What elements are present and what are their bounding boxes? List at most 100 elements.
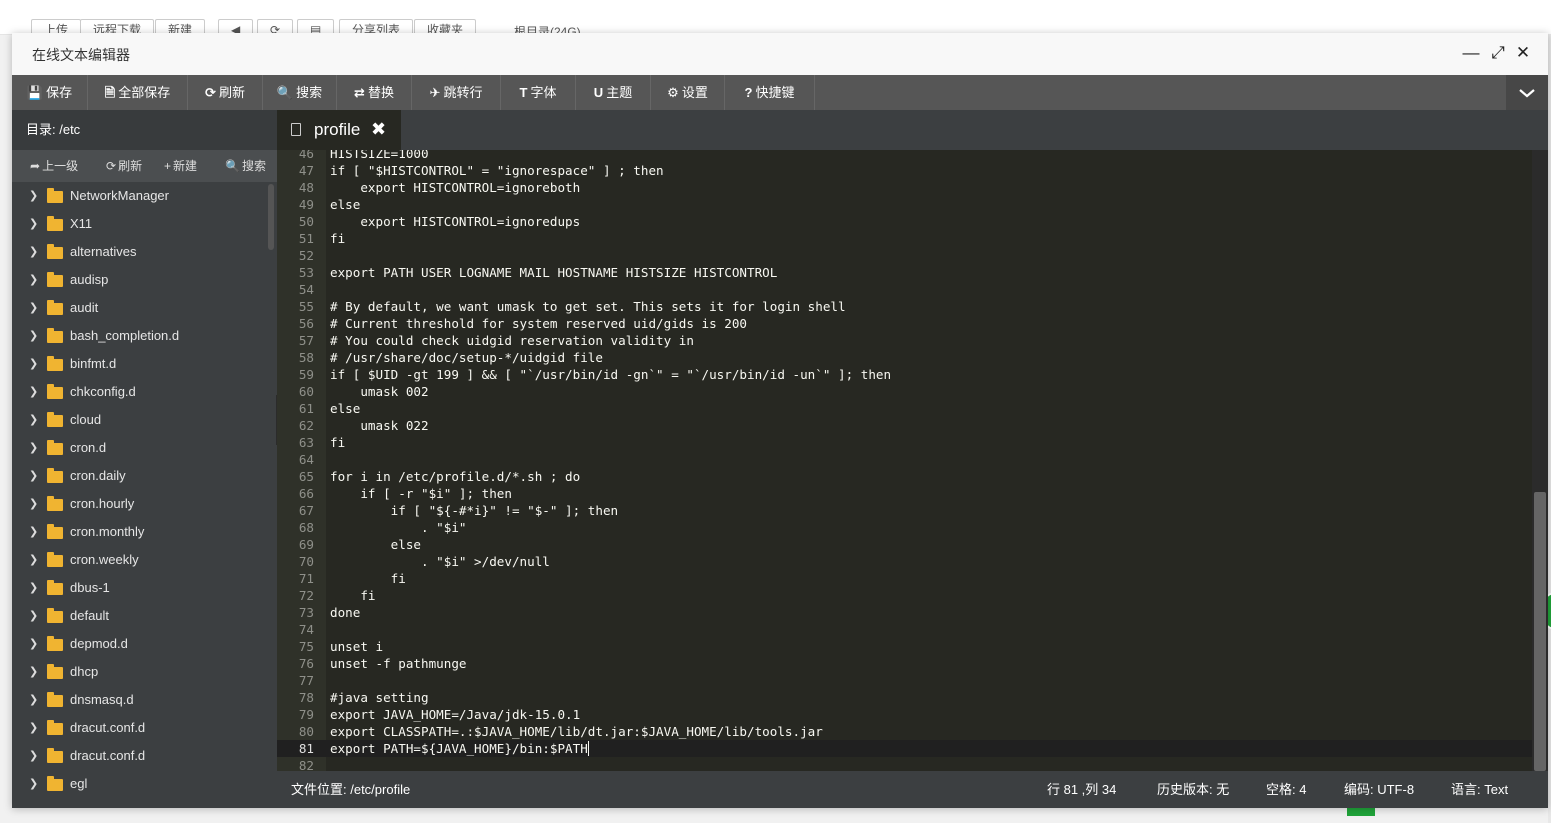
code-line[interactable]: 59 if [ $UID -gt 199 ] && [ "`/usr/bin/id… — [277, 366, 1532, 383]
code-line[interactable]: 55 # By default, we want umask to get set… — [277, 298, 1532, 315]
code-line[interactable]: 65 for i in /etc/profile.d/*.sh ; do — [277, 468, 1532, 485]
code-line[interactable]: 72 fi — [277, 587, 1532, 604]
code-line[interactable]: 50 export HISTCONTROL=ignoredups — [277, 213, 1532, 230]
tree-folder-item[interactable]: ❯ egl — [12, 770, 267, 798]
code-line[interactable]: 78 #java setting — [277, 689, 1532, 706]
shortcuts-button[interactable]: ? 快捷键 — [725, 75, 815, 110]
replace-button[interactable]: ⇄ 替换 — [337, 75, 412, 110]
sidebar-new-button[interactable]: + 新建 — [164, 150, 197, 182]
chevron-right-icon[interactable]: ❯ — [29, 714, 39, 742]
chevron-right-icon[interactable]: ❯ — [29, 378, 39, 406]
code-editor[interactable]: 46 HISTSIZE=1000 47 if [ "$HISTCONTROL" = "… — [277, 150, 1532, 771]
code-line[interactable]: 61 else — [277, 400, 1532, 417]
tree-folder-item[interactable]: ❯ binfmt.d — [12, 350, 267, 378]
chevron-right-icon[interactable]: ❯ — [29, 266, 39, 294]
language-status[interactable]: 语言: Text — [1451, 771, 1508, 808]
code-line[interactable]: 69 else — [277, 536, 1532, 553]
minimize-icon[interactable]: — — [1462, 44, 1480, 62]
tree-folder-item[interactable]: ❯ cloud — [12, 406, 267, 434]
chevron-right-icon[interactable]: ❯ — [29, 434, 39, 462]
code-line[interactable]: 64 — [277, 451, 1532, 468]
code-line[interactable]: 46 HISTSIZE=1000 — [277, 150, 1532, 162]
save-all-button[interactable]: 🗎 全部保存 — [88, 75, 188, 110]
chevron-right-icon[interactable]: ❯ — [29, 686, 39, 714]
chevron-right-icon[interactable]: ❯ — [29, 406, 39, 434]
save-button[interactable]: 💾 保存 — [12, 75, 88, 110]
settings-button[interactable]: ⚙ 设置 — [651, 75, 725, 110]
tree-folder-item[interactable]: ❯ chkconfig.d — [12, 378, 267, 406]
toolbar-expand-button[interactable] — [1506, 75, 1548, 110]
chevron-right-icon[interactable]: ❯ — [29, 182, 39, 210]
tree-folder-item[interactable]: ❯ cron.monthly — [12, 518, 267, 546]
parent-dir-button[interactable]: ➦ 上一级 — [30, 150, 78, 182]
code-line[interactable]: 73 done — [277, 604, 1532, 621]
chevron-right-icon[interactable]: ❯ — [29, 658, 39, 686]
tree-folder-item[interactable]: ❯ alternatives — [12, 238, 267, 266]
history-status[interactable]: 历史版本: 无 — [1157, 771, 1229, 808]
chevron-right-icon[interactable]: ❯ — [29, 770, 39, 798]
tree-folder-item[interactable]: ❯ dracut.conf.d — [12, 742, 267, 770]
theme-button[interactable]: U 主题 — [576, 75, 651, 110]
code-line[interactable]: 67 if [ "${-#*i}" != "$-" ]; then — [277, 502, 1532, 519]
tab-close-icon[interactable]: ✖ — [371, 109, 386, 149]
code-line[interactable]: 79 export JAVA_HOME=/Java/jdk-15.0.1 — [277, 706, 1532, 723]
code-line[interactable]: 82 — [277, 757, 1532, 771]
indent-status[interactable]: 空格: 4 — [1266, 771, 1306, 808]
tree-folder-item[interactable]: ❯ cron.daily — [12, 462, 267, 490]
tree-folder-item[interactable]: ❯ cron.hourly — [12, 490, 267, 518]
encoding-status[interactable]: 编码: UTF-8 — [1344, 771, 1414, 808]
chevron-right-icon[interactable]: ❯ — [29, 238, 39, 266]
code-line[interactable]: 57 # You could check uidgid reservation v… — [277, 332, 1532, 349]
tree-folder-item[interactable]: ❯ cron.d — [12, 434, 267, 462]
chevron-right-icon[interactable]: ❯ — [29, 574, 39, 602]
code-line[interactable]: 47 if [ "$HISTCONTROL" = "ignorespace" ] … — [277, 162, 1532, 179]
code-line[interactable]: 60 umask 002 — [277, 383, 1532, 400]
chevron-right-icon[interactable]: ❯ — [29, 518, 39, 546]
code-line[interactable]: 71 fi — [277, 570, 1532, 587]
tree-folder-item[interactable]: ❯ default — [12, 602, 267, 630]
code-line[interactable]: 66 if [ -r "$i" ]; then — [277, 485, 1532, 502]
code-line[interactable]: 77 — [277, 672, 1532, 689]
chevron-right-icon[interactable]: ❯ — [29, 546, 39, 574]
maximize-icon[interactable]: ⤢ — [1489, 44, 1507, 62]
tab-profile[interactable]: profile ✖ — [277, 110, 401, 150]
code-line[interactable]: 76 unset -f pathmunge — [277, 655, 1532, 672]
tree-folder-item[interactable]: ❯ dbus-1 — [12, 574, 267, 602]
chevron-right-icon[interactable]: ❯ — [29, 490, 39, 518]
tree-folder-item[interactable]: ❯ dnsmasq.d — [12, 686, 267, 714]
tree-folder-item[interactable]: ❯ cron.weekly — [12, 546, 267, 574]
tree-folder-item[interactable]: ❯ dracut.conf.d — [12, 714, 267, 742]
editor-scrollbar[interactable] — [1532, 150, 1548, 771]
code-line[interactable]: 75 unset i — [277, 638, 1532, 655]
code-line[interactable]: 70 . "$i" >/dev/null — [277, 553, 1532, 570]
sidebar-scroll-thumb[interactable] — [268, 184, 274, 250]
code-line[interactable]: 53 export PATH USER LOGNAME MAIL HOSTNAME… — [277, 264, 1532, 281]
chevron-right-icon[interactable]: ❯ — [29, 294, 39, 322]
code-line[interactable]: 74 — [277, 621, 1532, 638]
chevron-right-icon[interactable]: ❯ — [29, 322, 39, 350]
tree-folder-item[interactable]: ❯ NetworkManager — [12, 182, 267, 210]
chevron-right-icon[interactable]: ❯ — [29, 350, 39, 378]
close-icon[interactable]: ✕ — [1514, 44, 1532, 62]
code-line[interactable]: 68 . "$i" — [277, 519, 1532, 536]
chevron-right-icon[interactable]: ❯ — [29, 742, 39, 770]
sidebar-refresh-button[interactable]: ⟳ 刷新 — [106, 150, 142, 182]
chevron-right-icon[interactable]: ❯ — [29, 462, 39, 490]
code-line[interactable]: 52 — [277, 247, 1532, 264]
refresh-button[interactable]: ⟳ 刷新 — [188, 75, 263, 110]
sidebar-search-button[interactable]: 🔍 搜索 — [225, 150, 266, 182]
goto-line-button[interactable]: ✈ 跳转行 — [412, 75, 501, 110]
tree-folder-item[interactable]: ❯ depmod.d — [12, 630, 267, 658]
cursor-position-status[interactable]: 行 81 ,列 34 — [1047, 771, 1116, 808]
font-button[interactable]: T 字体 — [501, 75, 576, 110]
tree-folder-item[interactable]: ❯ audit — [12, 294, 267, 322]
editor-scroll-thumb[interactable] — [1534, 492, 1546, 771]
code-line[interactable]: 49 else — [277, 196, 1532, 213]
code-line[interactable]: 63 fi — [277, 434, 1532, 451]
tree-folder-item[interactable]: ❯ audisp — [12, 266, 267, 294]
sidebar-scrollbar[interactable] — [267, 182, 275, 808]
code-line[interactable]: 48 export HISTCONTROL=ignoreboth — [277, 179, 1532, 196]
code-line[interactable]: 54 — [277, 281, 1532, 298]
code-line[interactable]: 56 # Current threshold for system reserve… — [277, 315, 1532, 332]
code-line[interactable]: 51 fi — [277, 230, 1532, 247]
